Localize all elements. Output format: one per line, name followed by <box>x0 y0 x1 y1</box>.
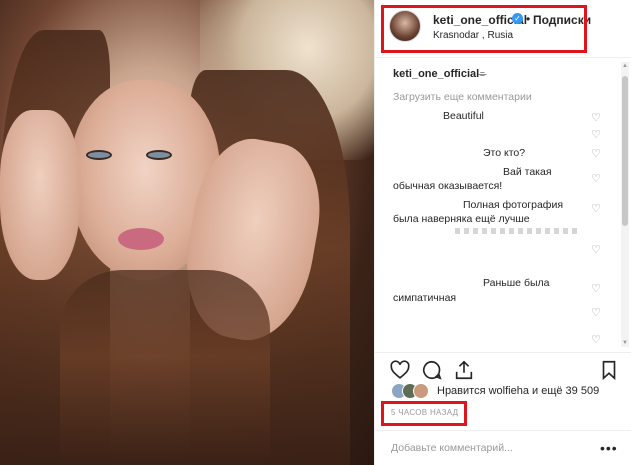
comment-like-heart-icon[interactable] <box>590 283 602 295</box>
comment-like-heart-icon[interactable] <box>590 307 602 319</box>
comment-text: Полная фотография <box>463 199 564 211</box>
scroll-down-arrow-icon[interactable]: ▼ <box>621 339 629 347</box>
comment-text: симпатичная <box>393 292 457 304</box>
caption-username[interactable]: keti_one_official <box>393 68 479 80</box>
comment-like-heart-icon[interactable] <box>590 334 602 346</box>
photo-hair-front <box>60 270 270 465</box>
comment-text: Вай такая <box>503 166 552 178</box>
photo-eye-left <box>86 150 112 160</box>
load-more-comments-button[interactable]: Загрузить еще комментарии <box>393 91 532 103</box>
comment-like-heart-icon[interactable] <box>590 173 602 185</box>
scrollbar-thumb[interactable] <box>622 76 628 226</box>
more-options-icon[interactable]: ••• <box>600 440 618 456</box>
add-comment-bar: Добавьте комментарий... ••• <box>375 430 631 465</box>
post-photo <box>0 0 374 465</box>
comment-like-heart-icon[interactable] <box>590 148 602 160</box>
scroll-up-arrow-icon[interactable]: ▲ <box>621 62 629 70</box>
liker-avatar[interactable] <box>413 383 429 399</box>
comment-text: Beautiful <box>443 110 484 122</box>
comment-like-heart-icon[interactable] <box>590 112 602 124</box>
comment-text: была наверняка ещё лучше <box>393 213 530 225</box>
comment-text: Это кто? <box>483 147 526 159</box>
comment-like-heart-icon[interactable] <box>590 244 602 256</box>
highlight-box-timestamp <box>381 401 467 426</box>
post-side-panel: keti_one_official ✓ • Подписки Krasnodar… <box>374 0 631 465</box>
photo-hand-left <box>0 110 80 280</box>
bookmark-icon[interactable] <box>598 359 620 381</box>
share-icon[interactable] <box>453 359 475 381</box>
caption-text: ⌯ <box>478 68 487 80</box>
photo-lips <box>118 228 164 250</box>
comment-text: обычная оказывается! <box>393 180 503 192</box>
post-actions-bar <box>375 352 631 382</box>
highlight-box-header <box>381 5 587 53</box>
comment-like-heart-icon[interactable] <box>590 203 602 215</box>
add-comment-input[interactable]: Добавьте комментарий... <box>391 442 513 454</box>
comments-scrollbar[interactable]: ▲ ▼ <box>621 62 629 347</box>
comment-like-heart-icon[interactable] <box>590 129 602 141</box>
comment-text: Раньше была <box>483 277 550 289</box>
faded-comment-line <box>455 228 581 234</box>
liker-avatars[interactable] <box>391 383 431 399</box>
heart-icon[interactable] <box>389 359 411 381</box>
photo-eye-right <box>146 150 172 160</box>
comment-bubble-icon[interactable] <box>421 359 443 381</box>
likes-count[interactable]: Нравится wolfieha и ещё 39 509 <box>437 385 599 397</box>
